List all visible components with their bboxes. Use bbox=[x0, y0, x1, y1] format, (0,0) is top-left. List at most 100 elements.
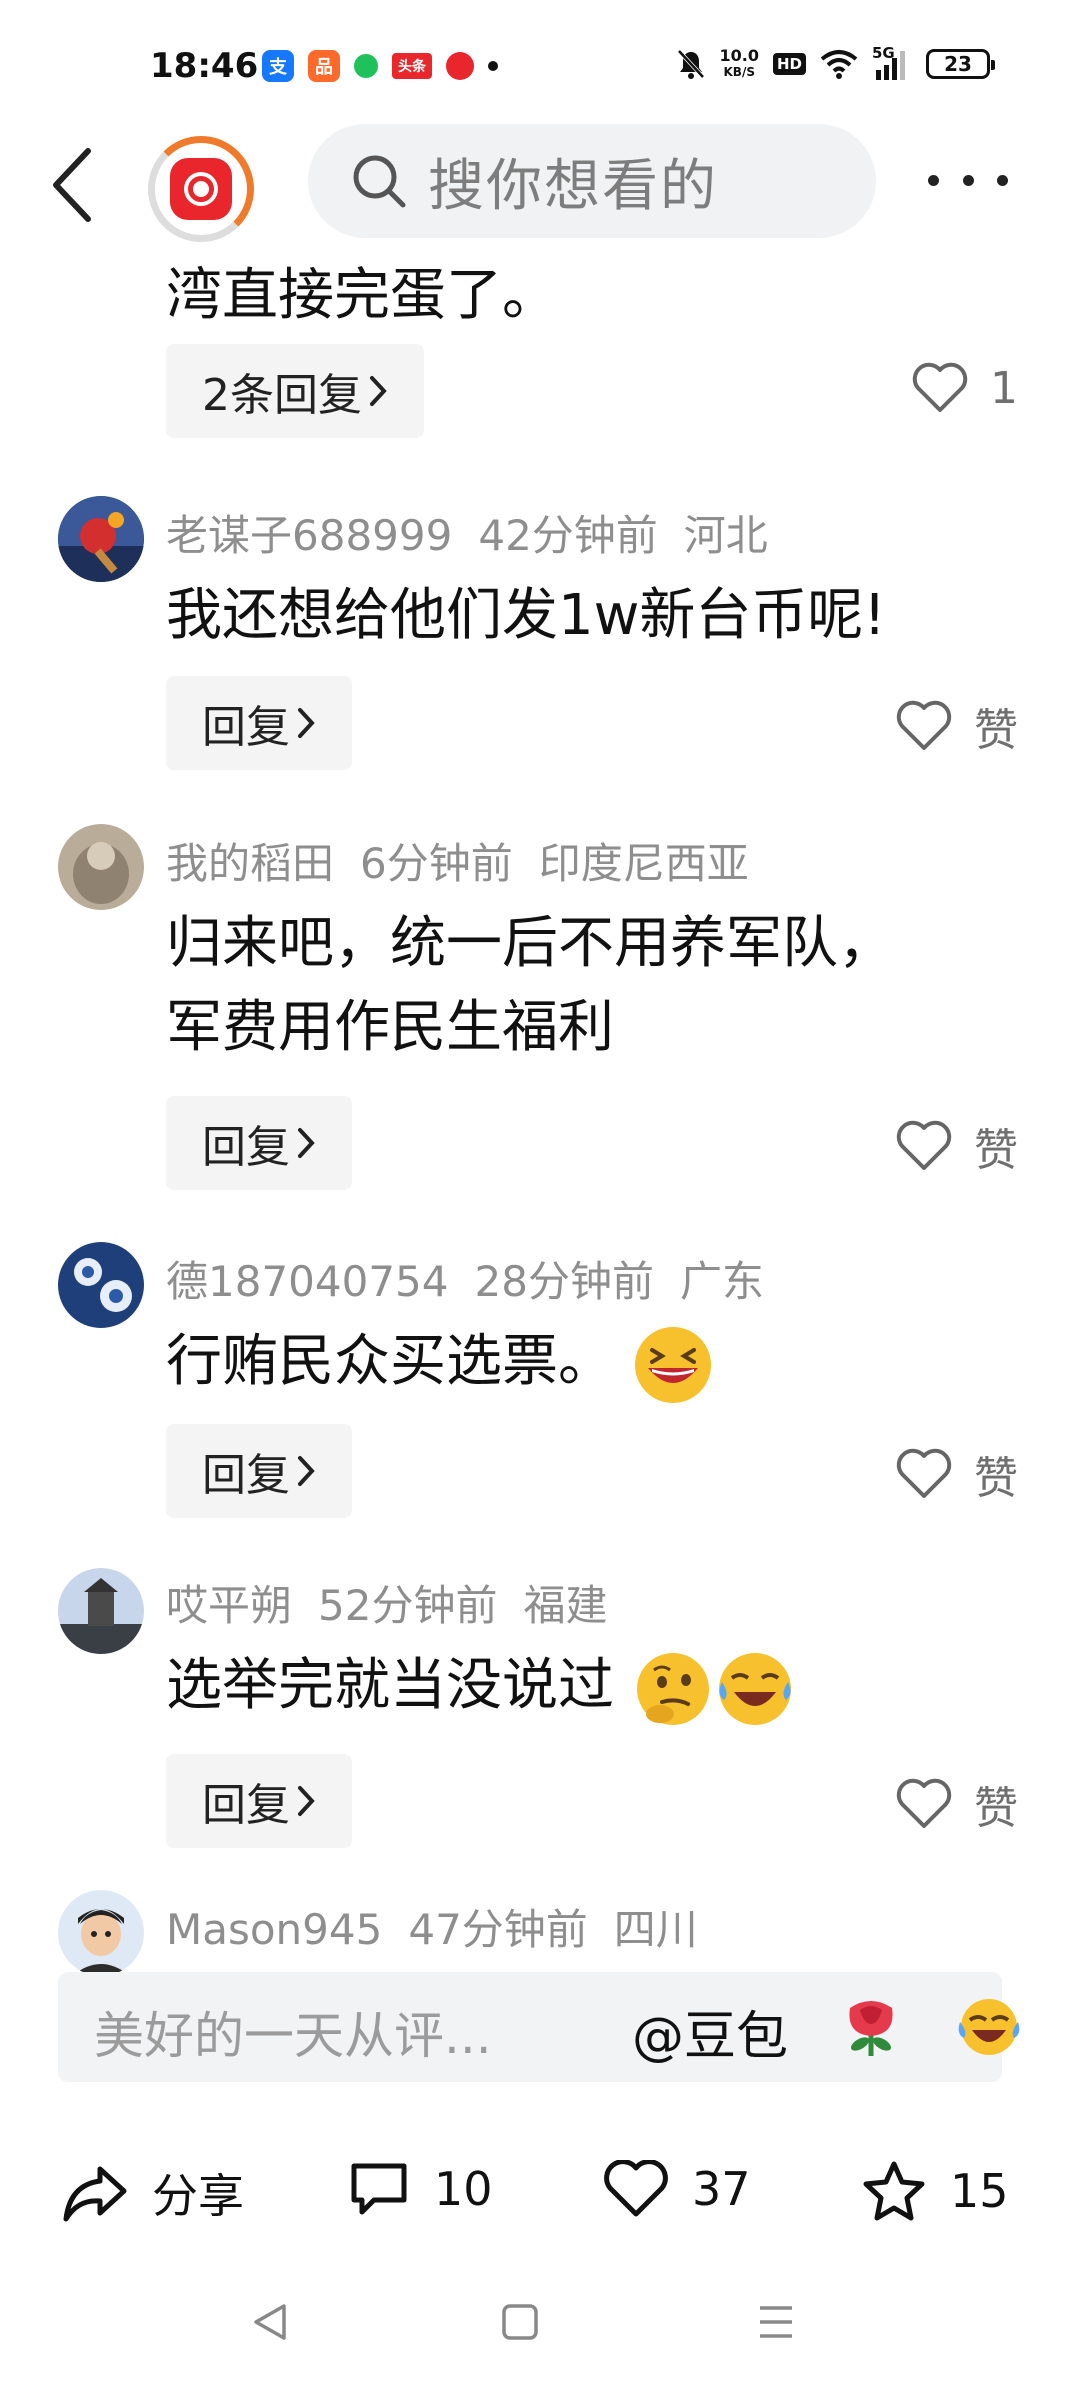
comment-meta: Mason945 47分钟前 四川 bbox=[166, 1896, 698, 1957]
hd-badge: HD bbox=[772, 53, 806, 75]
like-label: 赞 bbox=[974, 1125, 1018, 1176]
like-post-button[interactable]: 37 bbox=[604, 2160, 751, 2218]
comment-text: 我还想给他们发1w新台币呢! bbox=[166, 583, 886, 648]
more-icon bbox=[928, 174, 939, 186]
like-label: 赞 bbox=[974, 1453, 1018, 1504]
username[interactable]: 我的稻田 bbox=[166, 839, 334, 888]
username[interactable]: 老谋子688999 bbox=[166, 511, 452, 560]
chevron-right-icon bbox=[298, 1786, 315, 1816]
avatar[interactable] bbox=[58, 824, 144, 910]
avatar[interactable] bbox=[58, 1890, 144, 1976]
reply-button[interactable]: 回复 bbox=[166, 1096, 352, 1190]
share-label: 分享 bbox=[152, 2169, 244, 2223]
status-right: 10.0 KB/S HD 5G 23 bbox=[676, 44, 995, 80]
username[interactable]: 哎平朔 bbox=[166, 1581, 292, 1630]
thinking-emoji-icon bbox=[636, 1652, 709, 1725]
avatar[interactable] bbox=[58, 1568, 144, 1654]
like-count: 1 bbox=[990, 362, 1018, 414]
comment-input[interactable]: 美好的一天从评... @豆包 bbox=[58, 1972, 1020, 2082]
landscape-avatar-icon bbox=[58, 1568, 144, 1654]
comment-meta: 老谋子688999 42分钟前 河北 bbox=[166, 502, 768, 563]
comment-text: 湾直接完蛋了。 bbox=[166, 263, 558, 328]
battery-indicator: 23 bbox=[926, 49, 995, 79]
heart-icon bbox=[896, 1448, 952, 1498]
net-speed-unit: KB/S bbox=[723, 65, 755, 79]
avatar[interactable] bbox=[58, 496, 144, 582]
status-bar: 18:46 支 品 头条 10.0 KB/S HD 5G 23 bbox=[0, 0, 1080, 140]
comment-location: 河北 bbox=[683, 511, 768, 560]
comment-button[interactable]: 10 bbox=[348, 2160, 493, 2218]
more-button[interactable] bbox=[928, 160, 1008, 200]
comment-time: 28分钟前 bbox=[474, 1257, 654, 1306]
toutiao-icon: 头条 bbox=[392, 53, 432, 79]
avatar[interactable] bbox=[58, 1242, 144, 1328]
like-button[interactable]: 赞 bbox=[896, 1442, 1018, 1506]
heart-icon bbox=[912, 362, 968, 412]
app-logo-button[interactable] bbox=[148, 136, 254, 242]
share-button[interactable]: 分享 bbox=[62, 2160, 244, 2226]
heart-icon bbox=[896, 1120, 952, 1170]
heart-icon bbox=[896, 700, 952, 750]
back-button[interactable] bbox=[50, 140, 110, 230]
status-time: 18:46 bbox=[150, 46, 259, 86]
comment-time: 42分钟前 bbox=[478, 511, 658, 560]
like-button[interactable]: 1 bbox=[912, 362, 1018, 414]
net-speed: 10.0 KB/S bbox=[720, 48, 759, 80]
like-button[interactable]: 赞 bbox=[896, 1114, 1018, 1178]
chevron-right-icon bbox=[298, 1128, 315, 1158]
comment-meta: 哎平朔 52分钟前 福建 bbox=[166, 1572, 607, 1633]
cell-signal-icon: 5G bbox=[872, 44, 912, 80]
back-nav-icon[interactable] bbox=[248, 2300, 292, 2344]
like-button[interactable]: 赞 bbox=[896, 1772, 1018, 1836]
notification-dot-icon bbox=[488, 61, 498, 71]
favorite-button[interactable]: 15 bbox=[862, 2160, 1009, 2222]
like-label: 赞 bbox=[974, 1783, 1018, 1834]
home-nav-icon[interactable] bbox=[500, 2300, 540, 2344]
shopping-app-icon: 品 bbox=[308, 50, 340, 82]
chevron-right-icon bbox=[370, 376, 387, 406]
cartoon-boy-avatar-icon bbox=[58, 1890, 144, 1976]
reply-label: 回复 bbox=[202, 1122, 290, 1173]
username[interactable]: 德187040754 bbox=[166, 1257, 449, 1306]
reply-label: 回复 bbox=[202, 1780, 290, 1831]
comment-location: 福建 bbox=[523, 1581, 608, 1630]
comment-location: 印度尼西亚 bbox=[538, 839, 749, 888]
username[interactable]: Mason945 bbox=[166, 1905, 382, 1954]
heart-icon bbox=[604, 2160, 668, 2217]
share-icon bbox=[63, 2166, 127, 2222]
comment-meta: 德187040754 28分钟前 广东 bbox=[166, 1248, 764, 1309]
net-speed-value: 10.0 bbox=[719, 46, 759, 65]
app-logo-icon bbox=[170, 158, 232, 220]
menu-nav-icon[interactable] bbox=[756, 2300, 796, 2344]
search-icon bbox=[353, 155, 406, 208]
reply-button[interactable]: 回复 bbox=[166, 1754, 352, 1848]
comment-text: 选举完就当没说过 bbox=[166, 1644, 796, 1730]
mute-bell-icon bbox=[677, 49, 704, 79]
comment-count: 10 bbox=[434, 2162, 493, 2216]
input-placeholder: 美好的一天从评... bbox=[94, 2007, 492, 2065]
porcelain-avatar-icon bbox=[58, 1242, 144, 1328]
chat-app-icon bbox=[354, 54, 378, 78]
reply-button[interactable]: 回复 bbox=[166, 1424, 352, 1518]
comment-time: 47分钟前 bbox=[408, 1905, 588, 1954]
like-button[interactable]: 赞 bbox=[896, 694, 1018, 758]
statue-avatar-icon bbox=[58, 824, 144, 910]
comment-text-content: 行贿民众买选票。 bbox=[166, 1329, 614, 1394]
status-app-icons: 支 品 头条 bbox=[262, 50, 498, 82]
grinning-emoji-icon bbox=[634, 1326, 711, 1403]
view-replies-button[interactable]: 2条回复 bbox=[166, 344, 424, 438]
reply-label: 回复 bbox=[202, 702, 290, 753]
comment-meta: 我的稻田 6分钟前 印度尼西亚 bbox=[166, 830, 749, 891]
laughing-icon[interactable] bbox=[956, 1994, 1022, 2060]
reply-button[interactable]: 回复 bbox=[166, 676, 352, 770]
favorite-count: 15 bbox=[950, 2164, 1009, 2218]
mention-doubao-button[interactable]: @豆包 bbox=[632, 1994, 788, 2069]
search-input[interactable]: 搜你想看的 bbox=[308, 124, 876, 238]
reply-label: 回复 bbox=[202, 1450, 290, 1501]
comment-text: 行贿民众买选票。 bbox=[166, 1320, 714, 1406]
rose-icon[interactable] bbox=[838, 1994, 904, 2060]
back-icon bbox=[53, 148, 91, 222]
search-placeholder: 搜你想看的 bbox=[428, 153, 718, 219]
comment-location: 广东 bbox=[679, 1257, 764, 1306]
comment-text-line: 军费用作民生福利 bbox=[166, 995, 614, 1060]
